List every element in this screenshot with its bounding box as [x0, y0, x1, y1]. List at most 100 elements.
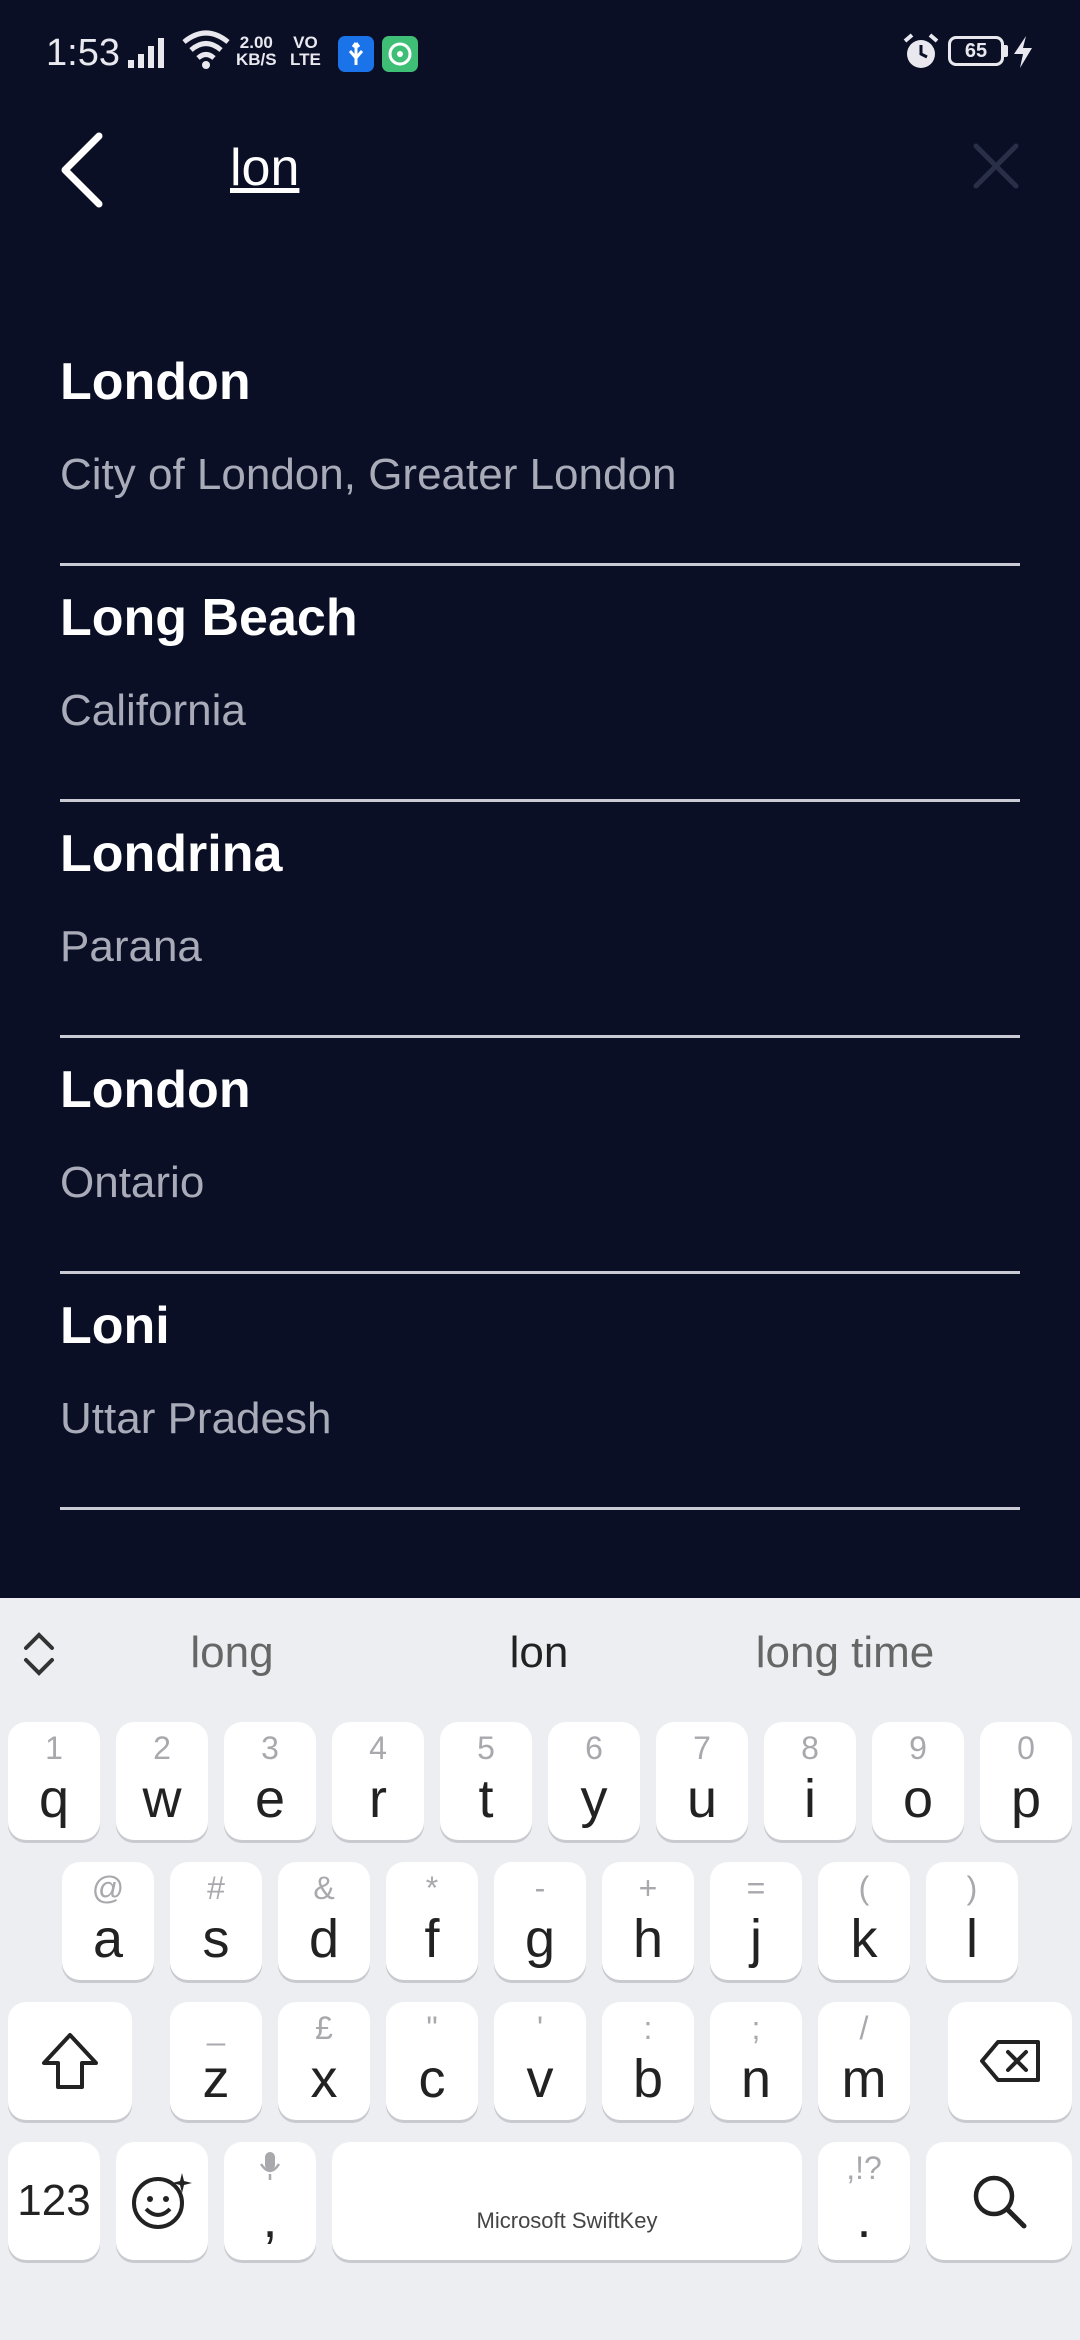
network-speed: 2.00 KB/S: [236, 34, 277, 68]
backspace-key[interactable]: [948, 2002, 1072, 2120]
battery-tip: [1004, 45, 1008, 57]
key-label: w: [142, 1769, 182, 1829]
key-label: o: [902, 1769, 934, 1829]
result-item[interactable]: London City of London, Greater London: [60, 330, 1020, 566]
alarm-icon: [903, 33, 939, 68]
key-s[interactable]: # s: [170, 1862, 262, 1980]
key-hint: ): [966, 1870, 978, 1906]
key-hint: +: [638, 1870, 658, 1906]
key-z[interactable]: _ z: [170, 2002, 262, 2120]
key-x[interactable]: £ x: [278, 2002, 370, 2120]
key-label: r: [369, 1769, 387, 1829]
key-label: d: [308, 1909, 340, 1969]
result-region: Parana: [60, 922, 202, 971]
key-hint: ": [426, 2010, 438, 2046]
key-n[interactable]: ; n: [710, 2002, 802, 2120]
key-p[interactable]: 0p: [980, 1722, 1072, 1840]
key-label: z: [202, 2049, 230, 2109]
key-hint: :: [643, 2010, 653, 2046]
search-input[interactable]: [230, 128, 950, 208]
key-label: h: [632, 1909, 664, 1969]
key-d[interactable]: & d: [278, 1862, 370, 1980]
key-hint: 2: [153, 1730, 171, 1766]
key-hint: -: [534, 1870, 546, 1906]
suggestion-item[interactable]: long: [190, 1628, 273, 1678]
key-h[interactable]: + h: [602, 1862, 694, 1980]
key-label: c: [418, 2049, 446, 2109]
numbers-key-label: 123: [17, 2176, 91, 2225]
key-o[interactable]: 9o: [872, 1722, 964, 1840]
key-q[interactable]: 1q: [8, 1722, 100, 1840]
result-city: Long Beach: [60, 589, 358, 647]
key-hint: 1: [45, 1730, 63, 1766]
period-key[interactable]: ,!? .: [818, 2142, 910, 2260]
key-m[interactable]: / m: [818, 2002, 910, 2120]
keyboard: long lon long time 1 q 2 w 3 e 4 r 5 t 6 y 7 u 8 i 9 o 0 p @…: [0, 1598, 1080, 2340]
expand-toolbar-button[interactable]: [14, 1624, 64, 1684]
numbers-key[interactable]: 123: [8, 2142, 100, 2260]
key-f[interactable]: * f: [386, 1862, 478, 1980]
usb-icon: [338, 36, 374, 72]
key-label: x: [310, 2049, 338, 2109]
emoji-key[interactable]: [116, 2142, 208, 2260]
key-hint: 7: [693, 1730, 711, 1766]
clear-search-button[interactable]: [960, 126, 1032, 206]
key-label: e: [254, 1769, 286, 1829]
search-key[interactable]: [926, 2142, 1072, 2260]
key-w[interactable]: 2w: [116, 1722, 208, 1840]
key-label: p: [1010, 1769, 1042, 1829]
key-hint: 0: [1017, 1730, 1035, 1766]
volte-top: VO: [293, 33, 318, 52]
key-hint: *: [425, 1870, 439, 1906]
comma-label: ,: [262, 2189, 278, 2249]
result-item[interactable]: Loni Uttar Pradesh: [60, 1274, 1020, 1510]
key-v[interactable]: ' v: [494, 2002, 586, 2120]
key-j[interactable]: = j: [710, 1862, 802, 1980]
volte-bottom: LTE: [290, 50, 321, 69]
result-item[interactable]: Londrina Parana: [60, 802, 1020, 1038]
key-hint: _: [207, 2010, 225, 2046]
key-hint: @: [91, 1870, 125, 1906]
result-city: Londrina: [60, 825, 283, 883]
key-hint: 3: [261, 1730, 279, 1766]
key-label: a: [92, 1909, 124, 1969]
suggestion-item[interactable]: lon: [510, 1628, 569, 1678]
close-icon: [973, 143, 1019, 189]
key-l[interactable]: ) l: [926, 1862, 1018, 1980]
expand-toolbar-icon: [24, 1632, 54, 1676]
result-item[interactable]: Long Beach California: [60, 566, 1020, 802]
space-key[interactable]: Microsoft SwiftKey: [332, 2142, 802, 2260]
key-label: f: [424, 1909, 440, 1969]
key-c[interactable]: " c: [386, 2002, 478, 2120]
shift-key[interactable]: [8, 2002, 132, 2120]
key-b[interactable]: :b: [602, 2002, 694, 2120]
wifi-icon: [182, 30, 230, 69]
key-e[interactable]: 3e: [224, 1722, 316, 1840]
result-region: Ontario: [60, 1158, 205, 1207]
key-t[interactable]: 5t: [440, 1722, 532, 1840]
suggestion-item[interactable]: long time: [756, 1628, 935, 1678]
result-item[interactable]: London Ontario: [60, 1038, 1020, 1274]
backspace-icon: [980, 2040, 1040, 2082]
key-label: g: [524, 1909, 556, 1969]
key-g[interactable]: -g: [494, 1862, 586, 1980]
key-r[interactable]: 4r: [332, 1722, 424, 1840]
result-region: Uttar Pradesh: [60, 1394, 332, 1443]
key-a[interactable]: @ a: [62, 1862, 154, 1980]
result-city: London: [60, 353, 251, 411]
key-i[interactable]: 8i: [764, 1722, 856, 1840]
key-y[interactable]: 6y: [548, 1722, 640, 1840]
key-hint: 4: [369, 1730, 387, 1766]
result-city: London: [60, 1061, 251, 1119]
signal-icon: [128, 38, 164, 68]
key-label: i: [804, 1769, 816, 1829]
comma-key[interactable]: ,: [224, 2142, 316, 2260]
emoji-icon: [132, 2173, 192, 2229]
key-label: q: [38, 1769, 70, 1829]
key-u[interactable]: 7u: [656, 1722, 748, 1840]
key-hint: 6: [585, 1730, 603, 1766]
result-region: City of London, Greater London: [60, 450, 677, 499]
key-k[interactable]: (k: [818, 1862, 910, 1980]
status-bar: 1:53 2.00 KB/S VO LTE 65: [0, 0, 1080, 108]
back-button[interactable]: [40, 120, 120, 220]
